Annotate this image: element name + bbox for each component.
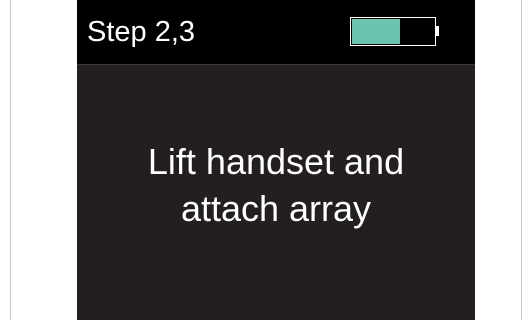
instruction-line-1: Lift handset and	[147, 141, 405, 182]
header-bar: Step 2,3	[77, 0, 475, 64]
battery-level-fill	[352, 19, 400, 44]
battery-terminal	[436, 26, 439, 36]
instruction-message: Lift handset and attach array	[77, 138, 475, 232]
frame-border-left	[10, 0, 11, 320]
header-divider	[77, 64, 475, 65]
instruction-line-2: attach array	[180, 188, 372, 229]
frame-border-right	[521, 0, 522, 320]
battery-body	[350, 17, 436, 46]
battery-icon	[350, 17, 439, 46]
step-label: Step 2,3	[87, 16, 196, 48]
device-screen: Step 2,3 Lift handset and attach array	[77, 0, 475, 320]
